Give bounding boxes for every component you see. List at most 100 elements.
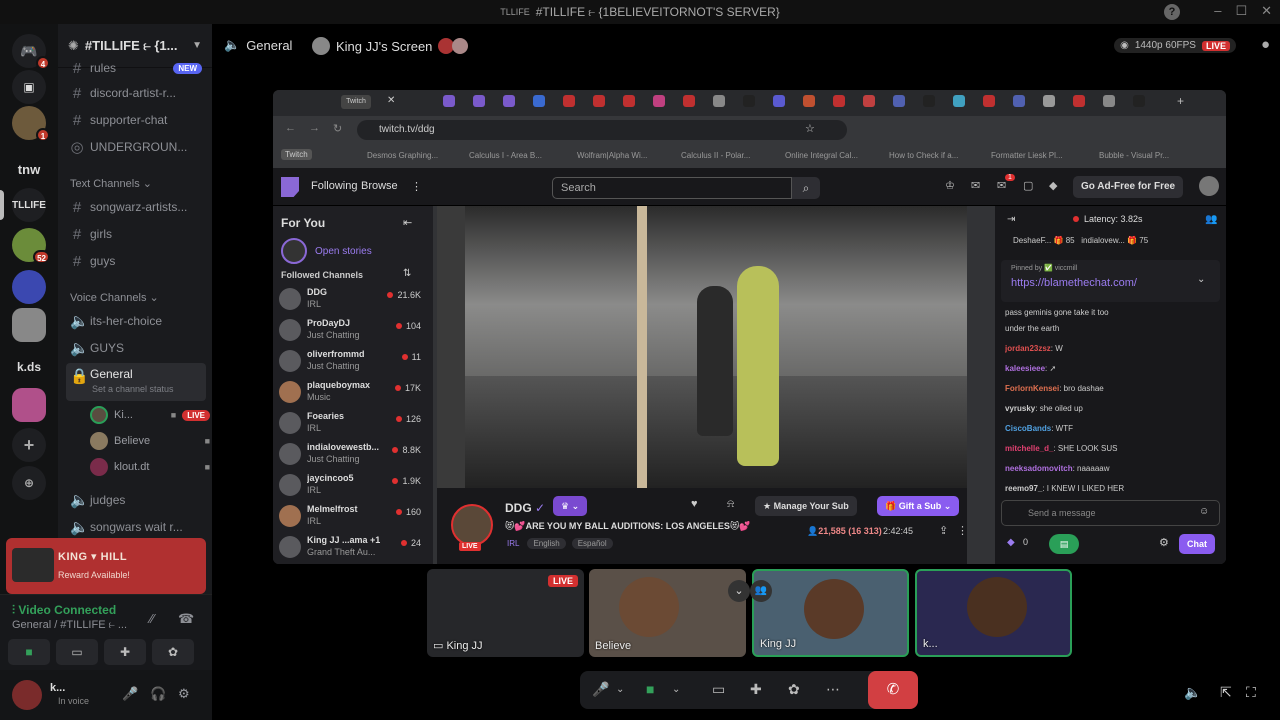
noise-suppression-icon[interactable]: ⁄⁄ [150,611,154,626]
channel-guys[interactable]: # guys [66,249,206,273]
stream-category[interactable]: IRL [505,538,521,549]
tab-twitch[interactable]: Twitch [341,95,371,109]
star-icon[interactable]: ☆ [805,122,815,135]
voice-user-klout[interactable]: klout.dt ■ [90,456,210,478]
go-ad-free-button[interactable]: Go Ad-Free for Free [1073,176,1184,198]
open-stories[interactable]: Open stories [281,238,372,264]
chat-username[interactable]: kaleesieee [1005,364,1045,373]
chat-username[interactable]: reemo97_ [1005,484,1042,493]
followed-channel[interactable]: King JJ ...ama +1 Grand Theft Au... 24 [279,532,425,562]
back-icon[interactable]: ← [285,122,296,134]
sort-icon[interactable]: ⇅ [403,268,411,279]
tab-favicon[interactable] [923,95,935,107]
tab-favicon[interactable] [683,95,695,107]
points-icon[interactable]: ◆ [1007,537,1015,548]
participant-tile-king-jj-screen[interactable]: LIVE ▭ King JJ [427,569,584,657]
close-icon[interactable]: ✕ [387,95,395,106]
tag[interactable]: English [527,538,566,549]
emote-icon[interactable]: ☺ [1199,506,1209,517]
streamer-name[interactable]: DDG ✓ [505,501,545,515]
chat-username[interactable]: neeksadomovitch [1005,464,1073,473]
voice-detail[interactable]: General / #TILLIFE ⥼ ... [12,619,127,632]
bell-icon[interactable]: ⍾ [727,498,734,511]
followed-channel[interactable]: DDG IRL 21.6K [279,284,425,314]
whispers-icon[interactable]: ▢ [1023,179,1033,192]
inbox-button[interactable]: ▣ [12,70,46,104]
popout-icon[interactable]: ⇱ [1220,684,1232,701]
server-avatar-2[interactable] [12,308,46,342]
participant-tile-k[interactable]: k... [915,569,1072,657]
sub-badge-button[interactable]: ♛ ⌄ [553,496,588,516]
category-text-channels[interactable]: Text Channels ⌄ [70,177,152,190]
nav-following[interactable]: Following [311,180,357,192]
pinned-message[interactable]: Pinned by ✅ viccmill https://blamethecha… [1001,260,1220,302]
discord-home-button[interactable]: 🎮 4 [12,34,50,70]
disconnect-icon[interactable]: ☎ [178,611,194,627]
channel-girls[interactable]: # girls [66,222,206,246]
pinned-link[interactable]: https://blamethechat.com/ [1011,277,1137,289]
leave-call-button[interactable]: ✆ [868,671,918,709]
tab-favicon[interactable] [473,95,485,107]
camera-icon[interactable]: ■ [646,681,654,697]
tab-favicon[interactable] [1103,95,1115,107]
bookmark[interactable]: Desmos Graphing... [367,151,438,160]
nav-browse[interactable]: Browse [361,180,398,192]
tab-favicon[interactable] [1133,95,1145,107]
drops-icon[interactable]: ✉ [971,179,980,192]
bookmark[interactable]: Wolfram|Alpha Wi... [577,151,647,160]
tab-favicon[interactable] [563,95,575,107]
shared-screen[interactable]: Twitch ✕ + ← → ↻ twitch.tv/ddg ☆ Twitch … [273,90,1226,564]
activities-button[interactable]: ✚ [104,639,146,665]
voice-channel-general[interactable]: 🔒 General Set a channel status [66,363,206,401]
headphones-icon[interactable]: 🎧 [150,686,166,702]
screen-share-button[interactable]: ▭ [56,639,98,665]
search-icon[interactable]: ⌕ [792,177,820,199]
dm-avatar[interactable]: 1 [12,106,50,142]
voice-channel-its-her-choice[interactable]: 🔈 its-her-choice [66,309,206,333]
tab-favicon[interactable] [653,95,665,107]
voice-channel-judges[interactable]: 🔈 judges [66,488,206,512]
followed-channel[interactable]: plaqueboymax Music 17K [279,377,425,407]
promo-banner[interactable]: KING ▾ HILL Reward Available! [6,538,206,594]
channel-supporter-chat[interactable]: # supporter-chat [66,108,206,132]
chat-username[interactable]: CiscoBands [1005,424,1051,433]
bookmark[interactable]: Online Integral Cal... [785,151,858,160]
twitch-search-input[interactable]: Search [552,177,792,199]
tab-favicon[interactable] [593,95,605,107]
tab-favicon[interactable] [1043,95,1055,107]
mic-icon[interactable]: 🎤 [122,686,138,702]
channel-rules[interactable]: # rules NEW [66,56,206,80]
add-server-button[interactable]: + [12,428,46,462]
reload-icon[interactable]: ↻ [333,122,342,135]
tab-favicon[interactable] [833,95,845,107]
chat-input[interactable]: Send a message [1001,500,1220,526]
bookmark[interactable]: Calculus II - Polar... [681,151,750,160]
camera-toggle-button[interactable]: ■ [8,639,50,665]
followed-channel[interactable]: Foearies IRL 126 [279,408,425,438]
chat-username[interactable]: jordan23zsz [1005,344,1051,353]
followed-channel[interactable]: ProDayDJ Just Chatting 104 [279,315,425,345]
followed-channel[interactable]: Melmelfrost IRL 160 [279,501,425,531]
help-icon[interactable]: ? [1164,4,1180,20]
chat-username[interactable]: vyrusky [1005,404,1035,413]
tab-favicon[interactable] [443,95,455,107]
participant-tile-believe[interactable]: Believe [589,569,746,657]
more-icon[interactable]: ⋮ [411,180,422,193]
manage-sub-button[interactable]: ★ Manage Your Sub [755,496,857,516]
address-bar[interactable]: twitch.tv/ddg [357,120,847,140]
volume-icon[interactable]: 🔈 [1184,684,1201,701]
channel-songwarz-artists[interactable]: # songwarz-artists... [66,195,206,219]
bookmark[interactable]: Formatter Liesk Pl... [991,151,1063,160]
gear-icon[interactable]: ⚙ [178,686,190,702]
category-voice-channels[interactable]: Voice Channels ⌄ [70,291,159,304]
channel-underground[interactable]: ◎ UNDERGROUN... [66,135,206,159]
server-tillife[interactable]: TLLIFE [0,188,46,222]
server-avatar-1[interactable]: 52 [12,228,50,264]
tab-favicon[interactable] [773,95,785,107]
followed-channel[interactable]: indialovewestb... Just Chatting 8.8K [279,439,425,469]
server-kds[interactable]: k.ds [12,350,46,384]
tab-favicon[interactable] [803,95,815,107]
tab-favicon[interactable] [953,95,965,107]
channel-discord-artist[interactable]: # discord-artist-r... [66,81,206,105]
tab-favicon[interactable] [863,95,875,107]
